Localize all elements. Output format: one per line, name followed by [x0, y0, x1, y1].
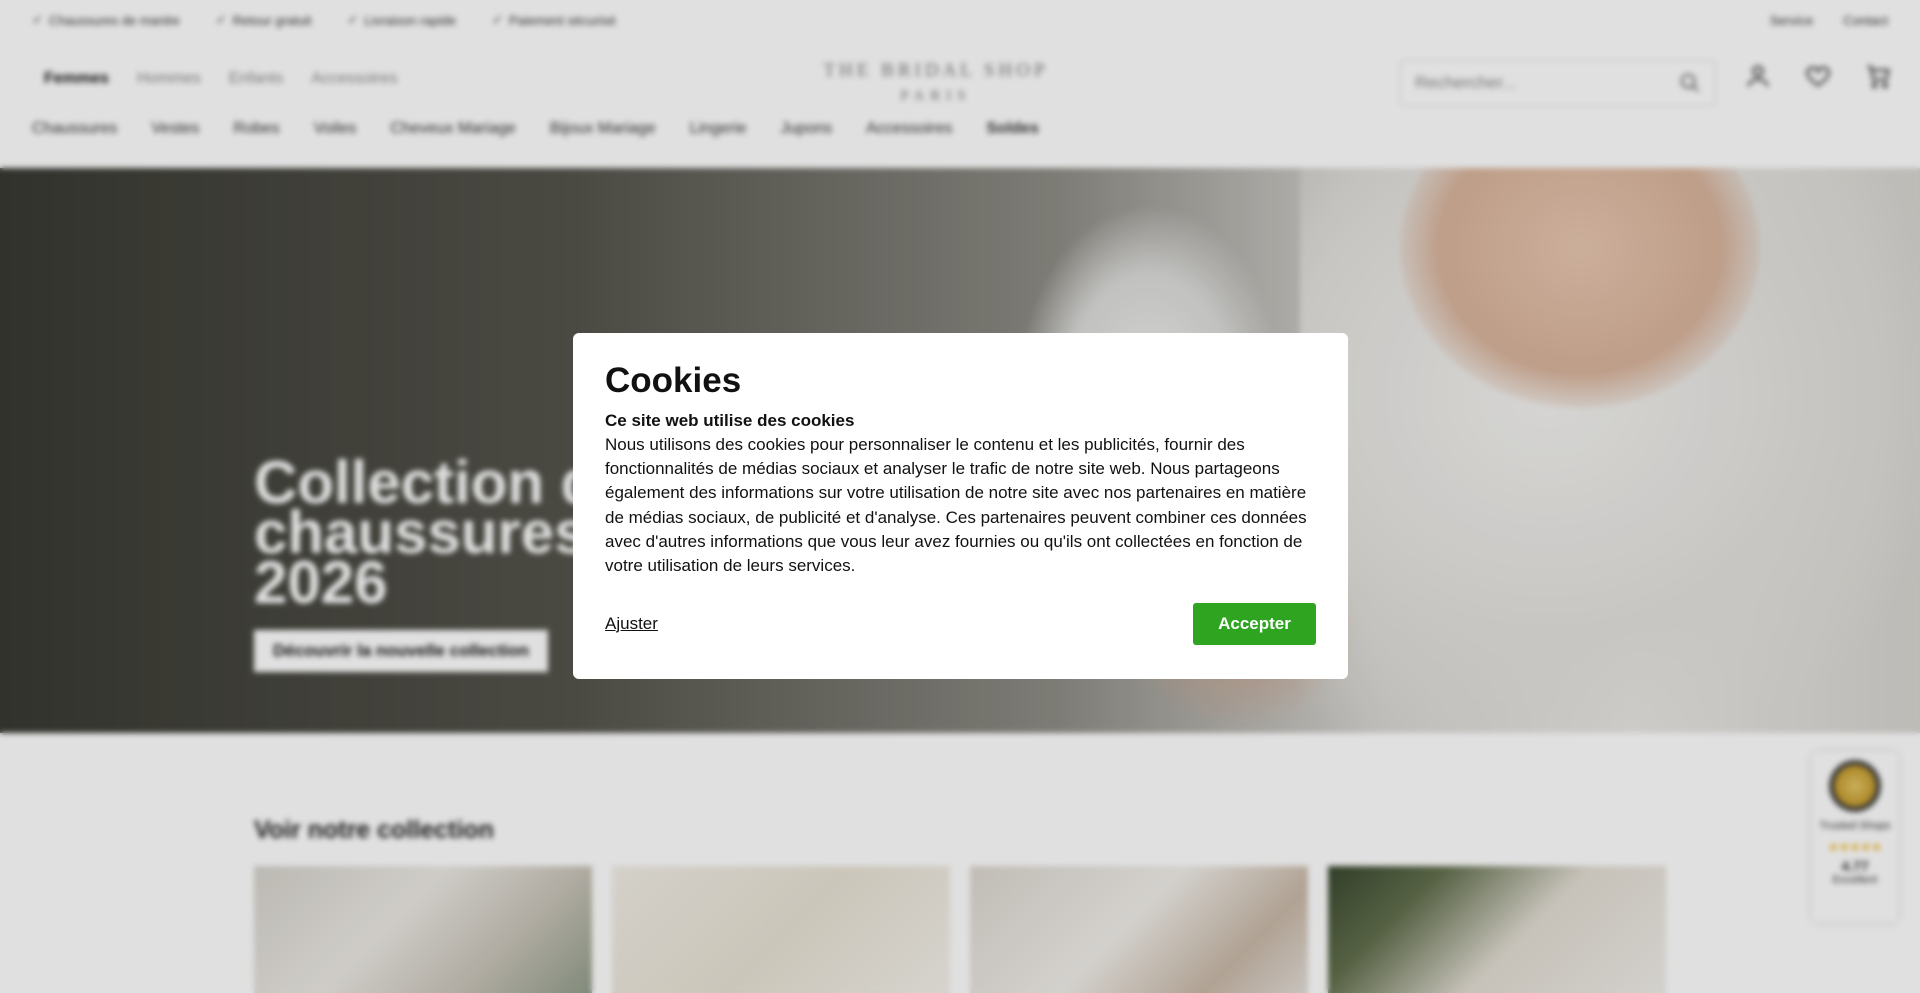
adjust-link[interactable]: Ajuster — [605, 614, 658, 634]
dialog-subtitle: Ce site web utilise des cookies — [605, 411, 855, 430]
accept-button[interactable]: Accepter — [1193, 603, 1316, 645]
dialog-actions: Ajuster Accepter — [605, 603, 1316, 645]
cookie-dialog: Cookies Ce site web utilise des cookies … — [573, 333, 1348, 679]
dialog-body: Nous utilisons des cookies pour personna… — [605, 435, 1307, 576]
dialog-title: Cookies — [605, 361, 742, 400]
